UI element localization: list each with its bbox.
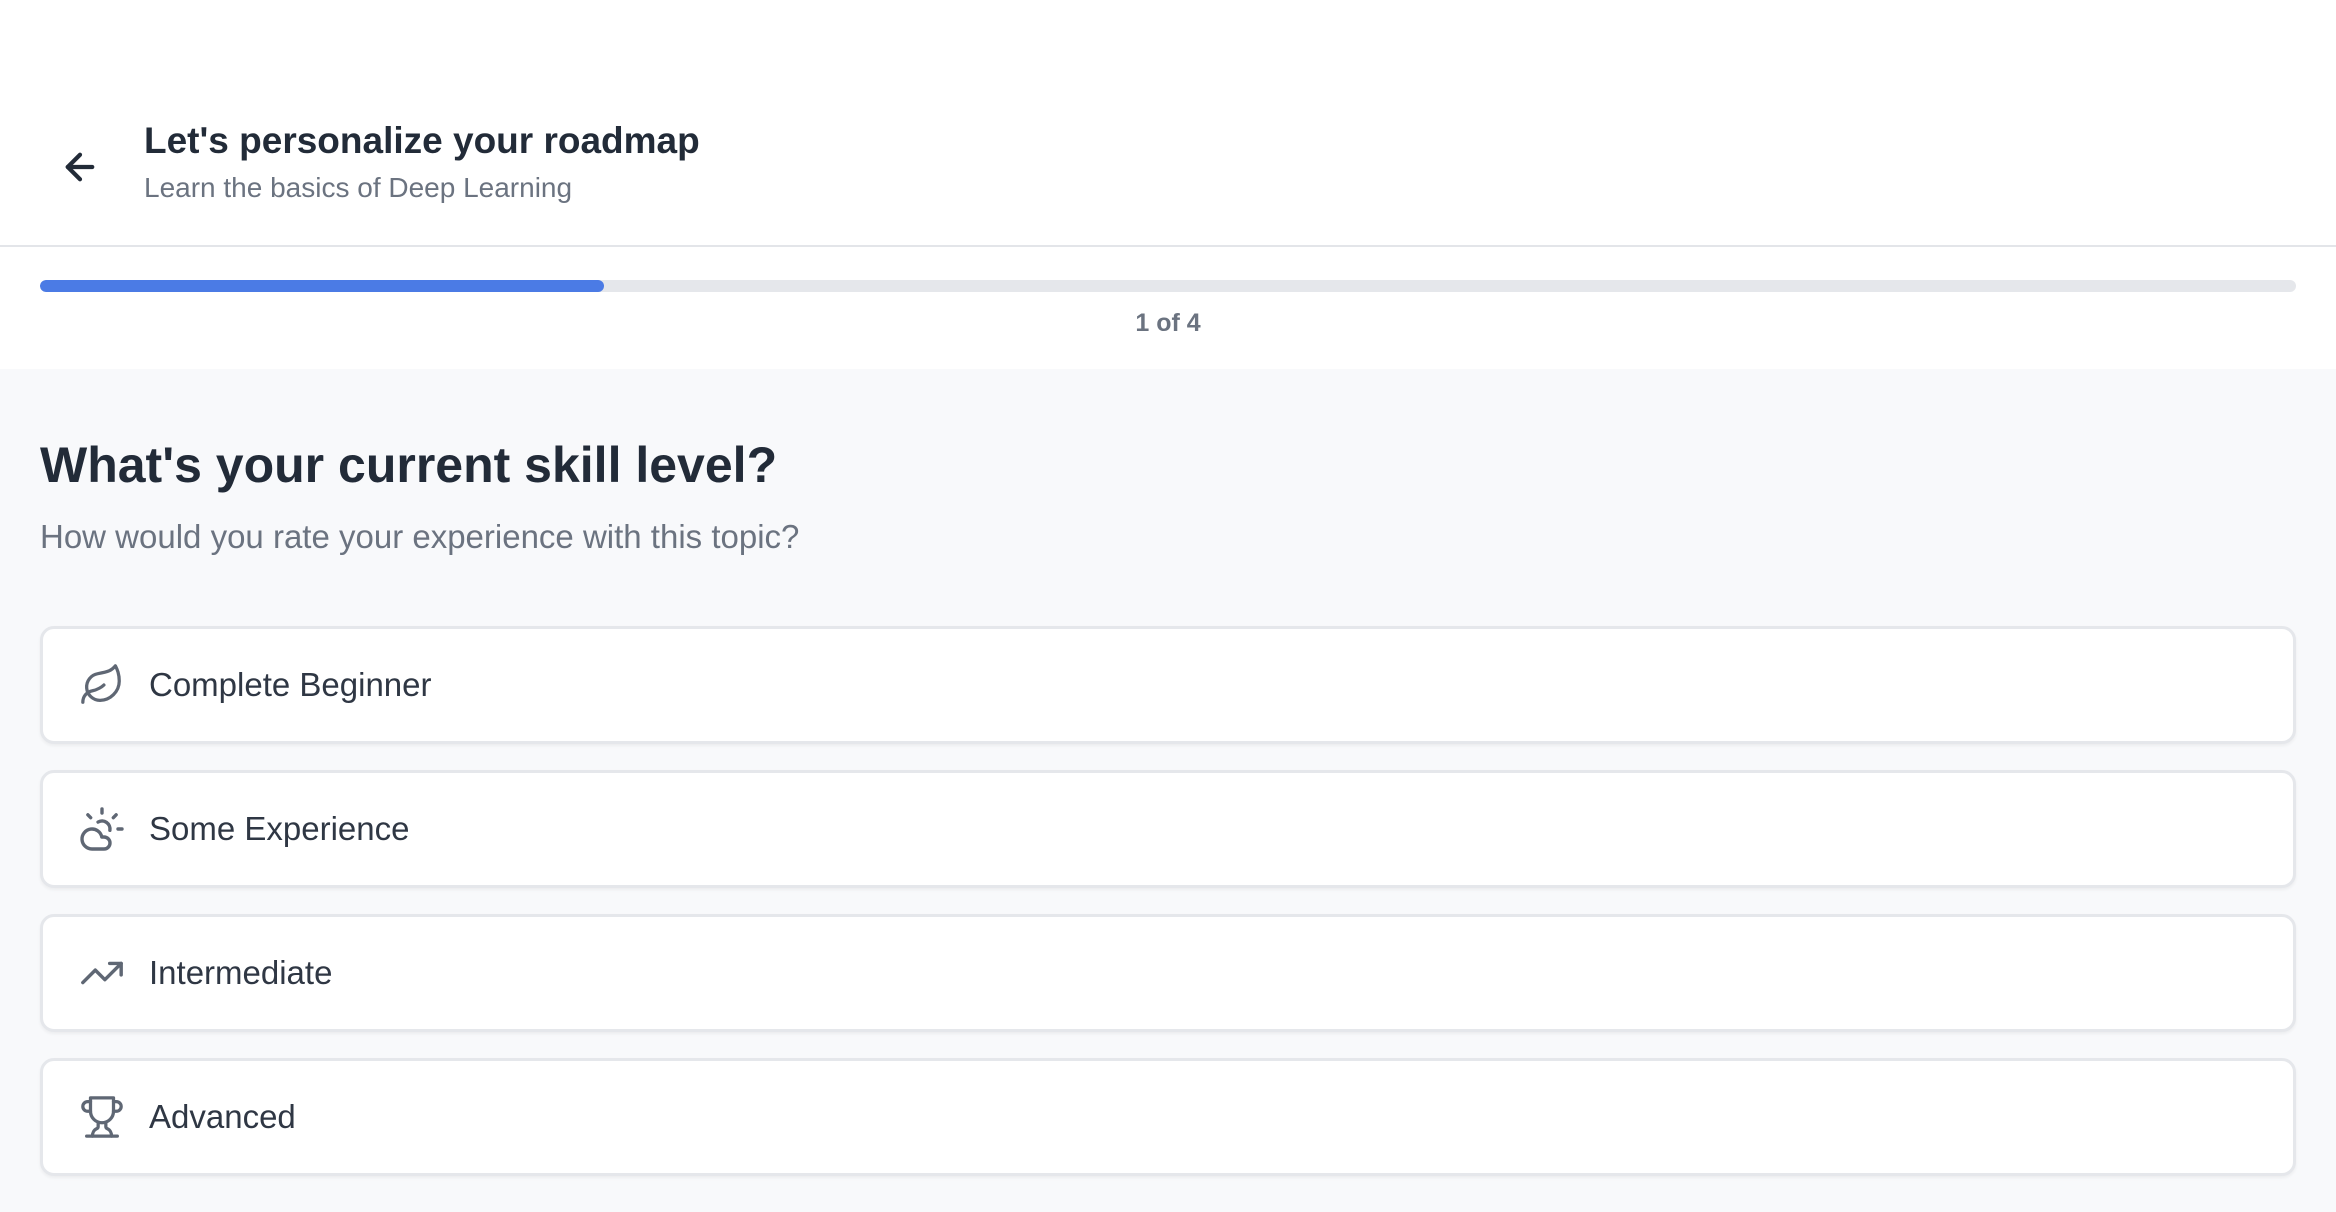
option-label: Some Experience bbox=[149, 810, 410, 847]
option-label: Complete Beginner bbox=[149, 666, 432, 703]
trending-up-icon bbox=[77, 948, 127, 998]
arrow-left-icon bbox=[65, 152, 95, 182]
option-advanced[interactable]: Advanced bbox=[40, 1058, 2296, 1176]
page-title: Let's personalize your roadmap bbox=[144, 120, 700, 161]
leaf-icon bbox=[77, 660, 127, 710]
back-button[interactable] bbox=[50, 137, 110, 197]
option-label: Intermediate bbox=[149, 954, 333, 991]
page-header: Let's personalize your roadmap Learn the… bbox=[0, 0, 2336, 247]
option-label: Advanced bbox=[149, 1098, 296, 1135]
question-title: What's your current skill level? bbox=[40, 437, 778, 493]
skill-options: Complete Beginner Some Experience Interm… bbox=[40, 626, 2296, 1202]
progress-label: 1 of 4 bbox=[1135, 309, 1201, 337]
trophy-icon bbox=[77, 1092, 127, 1142]
cloud-sun-icon bbox=[77, 804, 127, 854]
progress-section: 1 of 4 bbox=[0, 247, 2336, 369]
option-some-experience[interactable]: Some Experience bbox=[40, 770, 2296, 888]
option-complete-beginner[interactable]: Complete Beginner bbox=[40, 626, 2296, 744]
option-intermediate[interactable]: Intermediate bbox=[40, 914, 2296, 1032]
progress-bar bbox=[40, 280, 2296, 292]
question-subtitle: How would you rate your experience with … bbox=[40, 518, 800, 555]
page-subtitle: Learn the basics of Deep Learning bbox=[144, 172, 573, 203]
progress-bar-fill bbox=[40, 280, 604, 292]
